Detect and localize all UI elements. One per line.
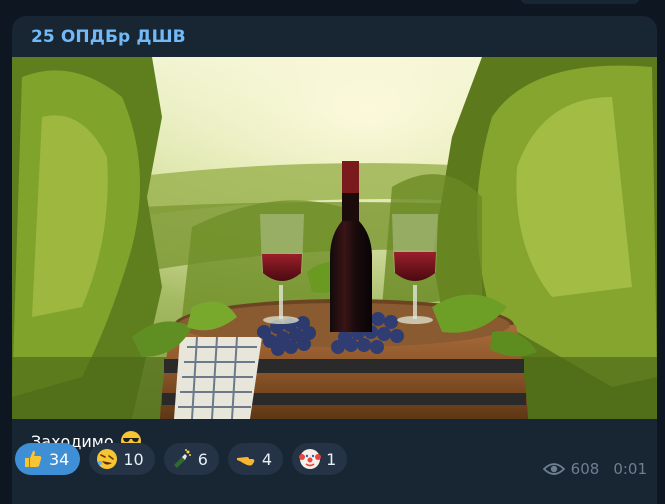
reactions-bar: 34 10 6 4 1 — [15, 443, 348, 475]
champagne-bottle-icon — [173, 449, 191, 468]
reaction-count: 1 — [326, 449, 337, 469]
reaction-champagne[interactable]: 6 — [163, 443, 219, 475]
message-bubble: 25 ОПДБр ДШВ Заходимо — [12, 16, 657, 504]
previous-message-edge — [520, 0, 640, 4]
eye-icon — [542, 463, 565, 475]
reaction-clown[interactable]: 1 — [292, 443, 348, 475]
reaction-count: 4 — [261, 449, 273, 469]
pointing-hand-icon — [236, 457, 255, 466]
message-time: 0:01 — [613, 460, 647, 478]
message-meta: 608 0:01 — [542, 460, 647, 478]
thumbs-up-icon — [25, 450, 42, 467]
reaction-count: 34 — [49, 449, 70, 469]
reaction-thumbs-up[interactable]: 34 — [15, 443, 81, 475]
reaction-count: 6 — [197, 449, 208, 469]
view-count: 608 — [570, 460, 600, 478]
rolling-on-floor-laughing-icon — [97, 449, 118, 469]
channel-name[interactable]: 25 ОПДБр ДШВ — [31, 27, 186, 47]
post-photo[interactable] — [12, 57, 657, 419]
reaction-count: 10 — [123, 449, 144, 469]
reaction-pointing-hand[interactable]: 4 — [227, 443, 284, 475]
clown-face-icon — [299, 449, 322, 469]
reaction-rofl[interactable]: 10 — [89, 443, 155, 475]
